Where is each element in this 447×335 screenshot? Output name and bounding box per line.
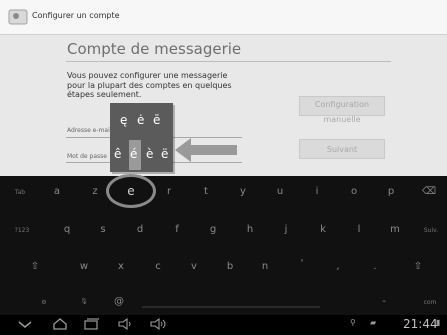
key-r[interactable]: r [157,186,181,197]
arrow-left-icon [175,138,237,162]
key-u[interactable]: u [268,186,292,197]
key-l[interactable]: l [347,224,371,235]
account-setup-icon [8,9,28,25]
home-icon[interactable] [52,318,68,330]
accent-key[interactable]: ē [153,113,160,127]
accent-key[interactable]: é [130,147,137,161]
next-button[interactable]: Suivant [299,139,385,159]
key-z[interactable]: z [83,186,107,197]
usb-icon: ⚲ [350,318,356,327]
heading-divider [66,61,391,62]
key-t[interactable]: t [194,186,218,197]
page-description: Vous pouvez configurer une messagerie po… [67,71,232,99]
battery-icon: ▮ [436,318,441,327]
key-period[interactable]: . [363,261,387,272]
key-o[interactable]: o [342,186,366,197]
back-icon[interactable] [18,319,32,329]
key-apostrophe[interactable]: ' [290,258,314,269]
settings-icon[interactable]: ⚙ [32,299,56,306]
accent-key[interactable]: ę [120,113,127,127]
key-y[interactable]: y [231,186,255,197]
key-b[interactable]: b [218,261,242,272]
key-comma[interactable]: , [326,261,350,272]
key-highlight-circle [106,174,156,208]
key-j[interactable]: j [274,224,298,235]
key-i[interactable]: i [305,186,329,197]
key-w[interactable]: w [72,261,96,272]
key-s[interactable]: s [91,224,115,235]
key-h[interactable]: h [238,224,262,235]
manual-config-button[interactable]: Configuration manuelle [299,96,385,124]
password-label: Mot de passe [67,153,107,160]
microphone-icon[interactable]: 🎙 [72,298,96,305]
key-next[interactable]: Suiv. [419,227,443,234]
key-k[interactable]: k [311,224,335,235]
key-dash[interactable]: - [372,296,396,307]
volume-down-icon[interactable] [118,318,134,330]
key-p[interactable]: p [379,186,403,197]
key-a[interactable]: a [45,186,69,197]
key-at[interactable]: @ [107,296,131,307]
key-com[interactable]: com [418,299,442,306]
key-v[interactable]: v [182,261,206,272]
volume-up-icon[interactable] [150,318,168,330]
key-c[interactable]: c [146,261,170,272]
status-clock: 21:44 [403,317,438,331]
key-g[interactable]: g [201,224,225,235]
key-f[interactable]: f [165,224,189,235]
key-d[interactable]: d [128,224,152,235]
notification-icon: ▰ [370,318,377,327]
window-title: Configurer un compte [32,11,120,20]
accent-key[interactable]: ê [114,147,121,161]
spacebar[interactable] [142,306,320,308]
key-symbols[interactable]: ?123 [10,227,34,234]
key-x[interactable]: x [109,261,133,272]
accent-key[interactable]: ë [161,147,168,161]
page-title: Compte de messagerie [67,40,242,58]
shift-left-icon[interactable]: ⇧ [23,261,47,272]
shift-right-icon[interactable]: ⇧ [406,261,430,272]
recent-apps-icon[interactable] [84,318,100,330]
accent-key[interactable]: ė [137,113,144,127]
key-m[interactable]: m [383,224,407,235]
backspace-icon[interactable]: ⌫ [417,186,441,197]
key-tab[interactable]: Tab [8,189,32,196]
accent-key[interactable]: è [146,147,153,161]
key-n[interactable]: n [253,261,277,272]
key-q[interactable]: q [55,224,79,235]
email-label: Adresse e-mail [67,127,112,134]
